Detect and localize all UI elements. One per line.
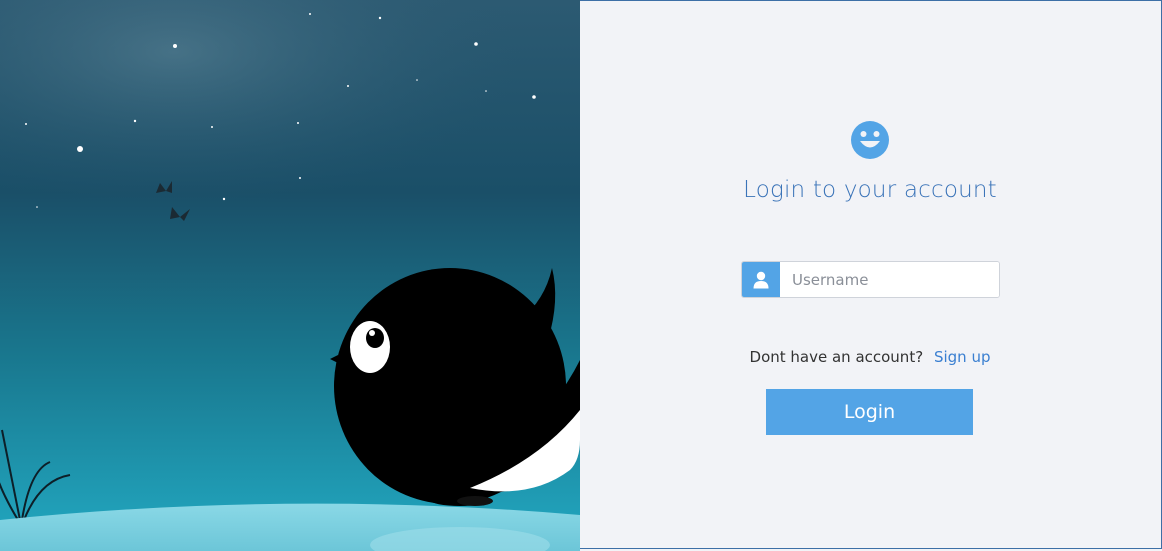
login-button[interactable]: Login	[766, 389, 973, 435]
night-sky-scene	[0, 0, 580, 551]
smiley-face-icon	[851, 121, 889, 159]
login-page: Login to your account Dont have an accou…	[0, 0, 1162, 551]
login-panel: Login to your account Dont have an accou…	[580, 0, 1162, 549]
signup-prompt-text: Dont have an account?	[749, 348, 924, 366]
signup-prompt: Dont have an account? Sign up	[580, 348, 1160, 366]
username-input[interactable]	[780, 262, 999, 297]
penguin-illustration	[0, 0, 580, 551]
username-field-group	[741, 261, 1000, 298]
signup-link[interactable]: Sign up	[934, 348, 991, 366]
page-title: Login to your account	[743, 177, 997, 203]
user-icon	[742, 262, 780, 297]
